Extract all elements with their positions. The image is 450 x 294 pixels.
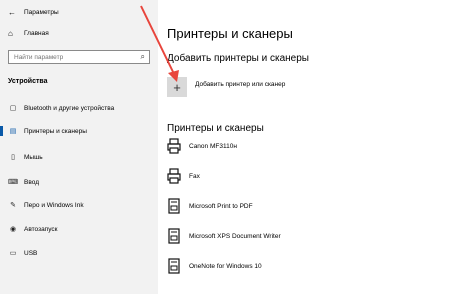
- mouse-icon: ▯: [11, 154, 15, 161]
- printer-list-title: Принтеры и сканеры: [167, 123, 264, 134]
- keyboard-icon: ⌨: [8, 179, 19, 186]
- printer-name: Microsoft XPS Document Writer: [189, 232, 281, 240]
- back-arrow-icon[interactable]: ←: [8, 8, 18, 17]
- usb-icon: ▭: [9, 250, 17, 257]
- sidebar-item-label: Принтеры и сканеры: [24, 127, 87, 135]
- printer-item[interactable]: OneNote for Windows 10: [167, 256, 387, 276]
- search-input[interactable]: [9, 53, 134, 61]
- sidebar-item-mouse[interactable]: ▯ Мышь: [0, 150, 158, 164]
- sidebar: ← Параметры ⌂ Главная ⌕ Устройства ▢ Blu…: [0, 0, 158, 294]
- window-title: Параметры: [24, 8, 59, 16]
- sidebar-item-label: Перо и Windows Ink: [24, 201, 84, 209]
- page-title: Принтеры и сканеры: [167, 26, 293, 41]
- section-title: Устройства: [8, 78, 48, 85]
- sidebar-item-bluetooth[interactable]: ▢ Bluetooth и другие устройства: [0, 101, 158, 115]
- title-bar: ← Параметры: [8, 6, 59, 18]
- sidebar-item-label: Bluetooth и другие устройства: [24, 104, 115, 112]
- home-icon: ⌂: [8, 29, 13, 38]
- sidebar-item-autoplay[interactable]: ◉ Автозапуск: [0, 222, 158, 236]
- printer-icon: ▤: [9, 128, 17, 135]
- plus-icon: +: [173, 79, 181, 95]
- printer-icon: [167, 168, 181, 184]
- document-printer-icon: [168, 228, 180, 244]
- sidebar-item-label: Ввод: [24, 178, 39, 186]
- printer-item[interactable]: Fax: [167, 166, 387, 186]
- printer-name: OneNote for Windows 10: [189, 262, 262, 270]
- sidebar-item-input[interactable]: ⌨ Ввод: [0, 175, 158, 189]
- home-link[interactable]: ⌂ Главная: [8, 29, 49, 38]
- sidebar-item-label: USB: [24, 249, 38, 257]
- printer-item[interactable]: Microsoft XPS Document Writer: [167, 226, 387, 246]
- printer-name: Canon MF3110н: [189, 142, 237, 150]
- search-box[interactable]: ⌕: [8, 50, 150, 64]
- sidebar-item-label: Автозапуск: [24, 225, 58, 233]
- printer-item[interactable]: Microsoft Print to PDF: [167, 196, 387, 216]
- sidebar-item-usb[interactable]: ▭ USB: [0, 246, 158, 260]
- sidebar-item-label: Мышь: [24, 153, 43, 161]
- autoplay-icon: ◉: [9, 226, 17, 233]
- sidebar-item-pen[interactable]: ✎ Перо и Windows Ink: [0, 198, 158, 212]
- document-printer-icon: [168, 258, 180, 274]
- pen-icon: ✎: [10, 202, 16, 209]
- add-section-title: Добавить принтеры и сканеры: [167, 53, 309, 64]
- printer-name: Fax: [189, 172, 200, 180]
- add-printer-button[interactable]: +: [167, 77, 187, 97]
- printer-item[interactable]: Canon MF3110н: [167, 136, 387, 156]
- document-printer-icon: [168, 198, 180, 214]
- bluetooth-icon: ▢: [9, 105, 17, 112]
- add-printer-label[interactable]: Добавить принтер или сканер: [195, 81, 285, 88]
- printer-icon: [167, 138, 181, 154]
- printer-name: Microsoft Print to PDF: [189, 202, 253, 210]
- sidebar-item-printers[interactable]: ▤ Принтеры и сканеры: [0, 124, 158, 138]
- search-icon[interactable]: ⌕: [141, 52, 145, 62]
- home-label: Главная: [24, 30, 49, 37]
